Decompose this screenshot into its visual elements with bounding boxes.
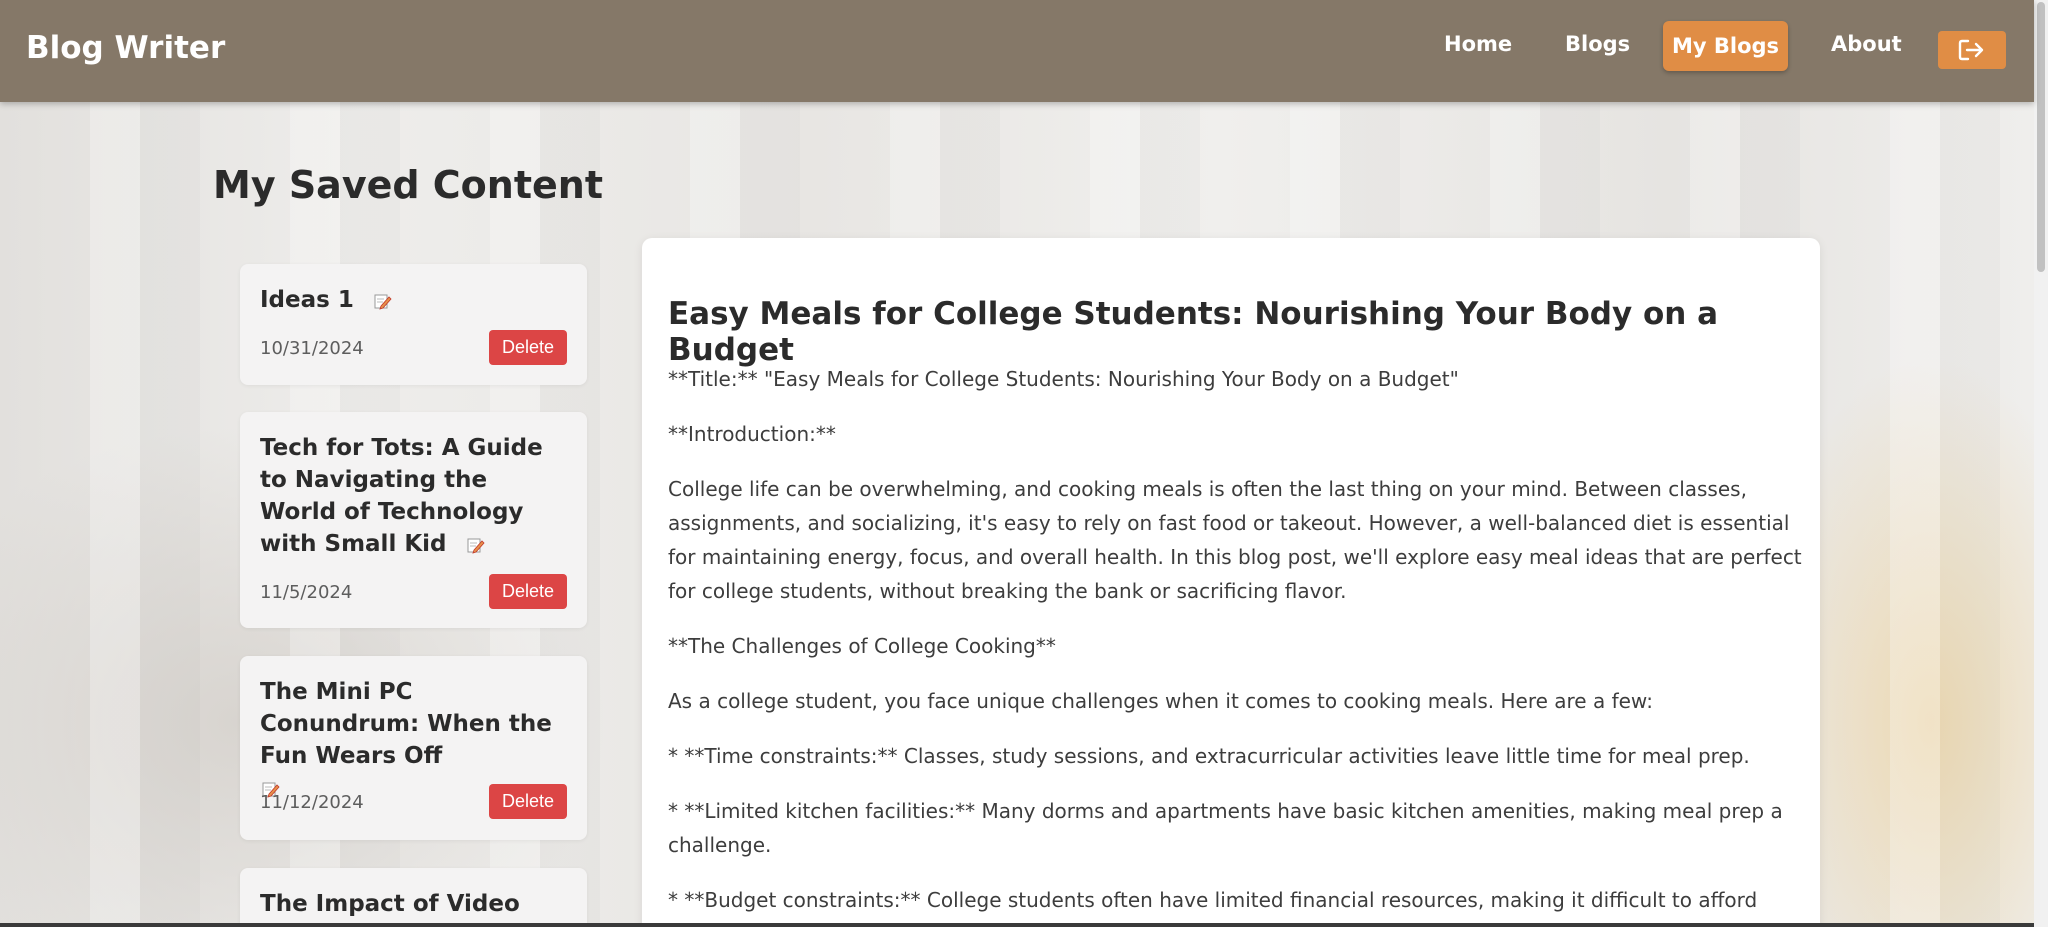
navbar: Blog Writer Home Blogs My Blogs About xyxy=(0,0,2034,102)
logout-icon xyxy=(1958,39,1984,61)
post-paragraph: As a college student, you face unique ch… xyxy=(668,689,1653,713)
delete-button[interactable]: Delete xyxy=(489,784,567,819)
saved-item-title[interactable]: The Impact of Video xyxy=(260,888,560,920)
post-paragraph: * **Budget constraints:** College studen… xyxy=(668,888,1758,927)
post-body: **Title:** "Easy Meals for College Stude… xyxy=(668,362,1808,927)
edit-icon[interactable] xyxy=(465,535,485,555)
scrollbar-thumb[interactable] xyxy=(2037,2,2045,272)
post-paragraph: **Title:** "Easy Meals for College Stude… xyxy=(668,367,1459,391)
saved-item-date: 10/31/2024 xyxy=(260,338,364,359)
saved-item-card[interactable]: The Impact of Video xyxy=(240,868,587,927)
nav-home[interactable]: Home xyxy=(1444,32,1512,56)
post-paragraph: * **Time constraints:** Classes, study s… xyxy=(668,744,1750,768)
post-paragraph: College life can be overwhelming, and co… xyxy=(668,477,1802,603)
edit-icon[interactable] xyxy=(372,291,392,311)
post-paragraph: **The Challenges of College Cooking** xyxy=(668,634,1056,658)
brand-logo[interactable]: Blog Writer xyxy=(26,30,225,66)
nav-blogs[interactable]: Blogs xyxy=(1565,32,1630,56)
saved-item-card[interactable]: The Mini PC Conundrum: When the Fun Wear… xyxy=(240,656,587,840)
page-scrollbar[interactable] xyxy=(2034,0,2048,927)
nav-about[interactable]: About xyxy=(1831,32,1902,56)
window-bottom-edge xyxy=(0,923,2034,927)
page-title: My Saved Content xyxy=(213,163,604,207)
saved-item-card[interactable]: Tech for Tots: A Guide to Navigating the… xyxy=(240,412,587,628)
nav-my-blogs[interactable]: My Blogs xyxy=(1663,21,1788,71)
logout-button[interactable] xyxy=(1938,31,2006,69)
saved-item-card[interactable]: Ideas 1 10/31/2024 Delete xyxy=(240,264,587,385)
post-paragraph: **Introduction:** xyxy=(668,422,836,446)
saved-item-title[interactable]: Ideas 1 xyxy=(260,284,560,316)
delete-button[interactable]: Delete xyxy=(489,574,567,609)
saved-item-date: 11/12/2024 xyxy=(260,792,364,813)
saved-item-date: 11/5/2024 xyxy=(260,582,353,603)
post-title: Easy Meals for College Students: Nourish… xyxy=(668,296,1719,368)
post-paragraph: * **Limited kitchen facilities:** Many d… xyxy=(668,799,1783,857)
saved-item-title[interactable]: Tech for Tots: A Guide to Navigating the… xyxy=(260,432,560,560)
delete-button[interactable]: Delete xyxy=(489,330,567,365)
post-content-panel: Easy Meals for College Students: Nourish… xyxy=(642,238,1820,927)
